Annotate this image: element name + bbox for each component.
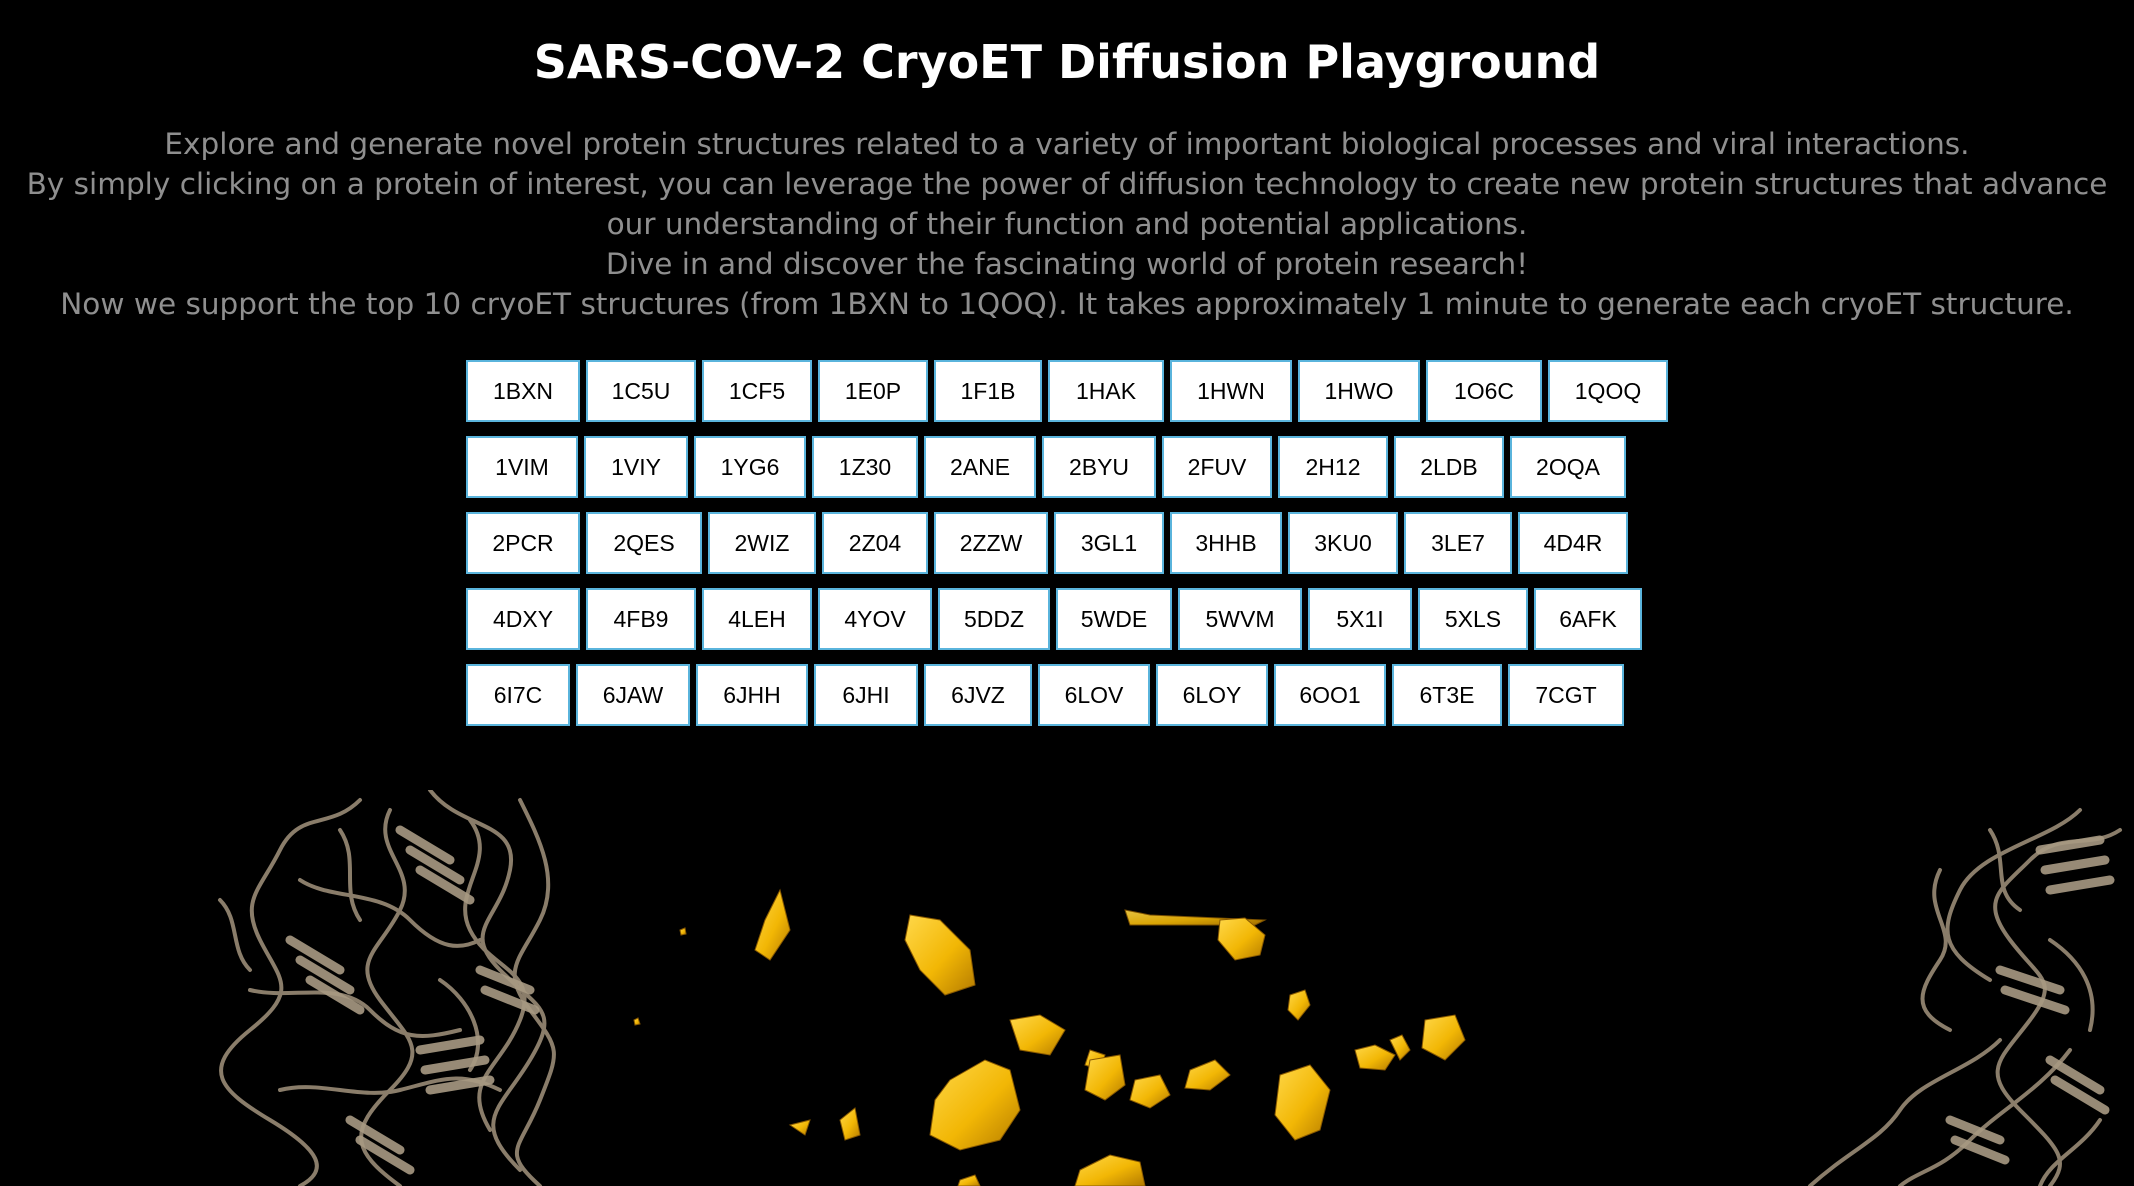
protein-button-1c5u[interactable]: 1C5U: [586, 360, 696, 422]
protein-button-2fuv[interactable]: 2FUV: [1162, 436, 1272, 498]
intro-line-4: Now we support the top 10 cryoET structu…: [60, 287, 2074, 321]
protein-button-1hak[interactable]: 1HAK: [1048, 360, 1164, 422]
protein-button-2zzw[interactable]: 2ZZW: [934, 512, 1048, 574]
protein-button-row: 1BXN 1C5U 1CF5 1E0P 1F1B 1HAK 1HWN 1HWO 1O6C 1QOQ: [466, 360, 1706, 422]
protein-button-row: 6I7C 6JAW 6JHH 6JHI 6JVZ 6LOV 6LOY 6OO1 6T3E 7CGT: [466, 664, 1706, 726]
protein-button-4fb9[interactable]: 4FB9: [586, 588, 696, 650]
protein-button-row: 2PCR 2QES 2WIZ 2Z04 2ZZW 3GL1 3HHB 3KU0 3LE7 4D4R: [466, 512, 1706, 574]
center-density-render: [633, 888, 1466, 1186]
protein-button-6jhi[interactable]: 6JHI: [814, 664, 918, 726]
protein-button-3le7[interactable]: 3LE7: [1404, 512, 1512, 574]
protein-button-2ldb[interactable]: 2LDB: [1394, 436, 1504, 498]
protein-button-1viy[interactable]: 1VIY: [584, 436, 688, 498]
intro-line-3: Dive in and discover the fascinating wor…: [605, 247, 1529, 281]
protein-button-1qoq[interactable]: 1QOQ: [1548, 360, 1668, 422]
protein-button-2h12[interactable]: 2H12: [1278, 436, 1388, 498]
protein-button-2ane[interactable]: 2ANE: [924, 436, 1036, 498]
right-ribbon-sheets: [1945, 835, 2115, 1165]
protein-button-4d4r[interactable]: 4D4R: [1518, 512, 1628, 574]
protein-button-2qes[interactable]: 2QES: [586, 512, 702, 574]
intro-line-1: Explore and generate novel protein struc…: [164, 127, 1970, 161]
protein-button-5wde[interactable]: 5WDE: [1056, 588, 1172, 650]
protein-button-1yg6[interactable]: 1YG6: [694, 436, 806, 498]
protein-button-2z04[interactable]: 2Z04: [822, 512, 928, 574]
protein-button-row: 4DXY 4FB9 4LEH 4YOV 5DDZ 5WDE 5WVM 5X1I 5XLS 6AFK: [466, 588, 1706, 650]
protein-button-2pcr[interactable]: 2PCR: [466, 512, 580, 574]
protein-button-1cf5[interactable]: 1CF5: [702, 360, 812, 422]
left-ribbon-sheets: [285, 825, 540, 1175]
protein-button-6lov[interactable]: 6LOV: [1038, 664, 1150, 726]
protein-button-4dxy[interactable]: 4DXY: [466, 588, 580, 650]
protein-button-3gl1[interactable]: 3GL1: [1054, 512, 1164, 574]
protein-button-3hhb[interactable]: 3HHB: [1170, 512, 1282, 574]
protein-button-1bxn[interactable]: 1BXN: [466, 360, 580, 422]
protein-button-1o6c[interactable]: 1O6C: [1426, 360, 1542, 422]
protein-button-1vim[interactable]: 1VIM: [466, 436, 578, 498]
protein-button-2wiz[interactable]: 2WIZ: [708, 512, 816, 574]
protein-button-1hwn[interactable]: 1HWN: [1170, 360, 1292, 422]
protein-button-6jvz[interactable]: 6JVZ: [924, 664, 1032, 726]
protein-button-1hwo[interactable]: 1HWO: [1298, 360, 1420, 422]
protein-button-1f1b[interactable]: 1F1B: [934, 360, 1042, 422]
intro-text: Explore and generate novel protein struc…: [20, 124, 2114, 324]
protein-button-6loy[interactable]: 6LOY: [1156, 664, 1268, 726]
protein-button-5x1i[interactable]: 5X1I: [1308, 588, 1412, 650]
protein-button-2byu[interactable]: 2BYU: [1042, 436, 1156, 498]
protein-button-6i7c[interactable]: 6I7C: [466, 664, 570, 726]
protein-button-1z30[interactable]: 1Z30: [812, 436, 918, 498]
protein-button-4yov[interactable]: 4YOV: [818, 588, 932, 650]
structure-render-area: [0, 790, 2134, 1186]
protein-button-grid: 1BXN 1C5U 1CF5 1E0P 1F1B 1HAK 1HWN 1HWO 1O6C 1QOQ…: [466, 360, 1706, 740]
protein-button-6jhh[interactable]: 6JHH: [696, 664, 808, 726]
protein-button-2oqa[interactable]: 2OQA: [1510, 436, 1626, 498]
page-title: SARS-COV-2 CryoET Diffusion Playground: [533, 35, 1601, 89]
protein-button-7cgt[interactable]: 7CGT: [1508, 664, 1624, 726]
protein-button-5ddz[interactable]: 5DDZ: [938, 588, 1050, 650]
protein-button-6afk[interactable]: 6AFK: [1534, 588, 1642, 650]
intro-line-2: By simply clicking on a protein of inter…: [26, 167, 2108, 241]
protein-button-6t3e[interactable]: 6T3E: [1392, 664, 1502, 726]
protein-button-3ku0[interactable]: 3KU0: [1288, 512, 1398, 574]
protein-button-4leh[interactable]: 4LEH: [702, 588, 812, 650]
protein-button-5xls[interactable]: 5XLS: [1418, 588, 1528, 650]
protein-button-row: 1VIM 1VIY 1YG6 1Z30 2ANE 2BYU 2FUV 2H12 2LDB 2OQA: [466, 436, 1706, 498]
protein-button-5wvm[interactable]: 5WVM: [1178, 588, 1302, 650]
protein-button-6jaw[interactable]: 6JAW: [576, 664, 690, 726]
protein-button-1e0p[interactable]: 1E0P: [818, 360, 928, 422]
protein-button-6oo1[interactable]: 6OO1: [1274, 664, 1386, 726]
left-ribbon-structure: [218, 790, 556, 1186]
